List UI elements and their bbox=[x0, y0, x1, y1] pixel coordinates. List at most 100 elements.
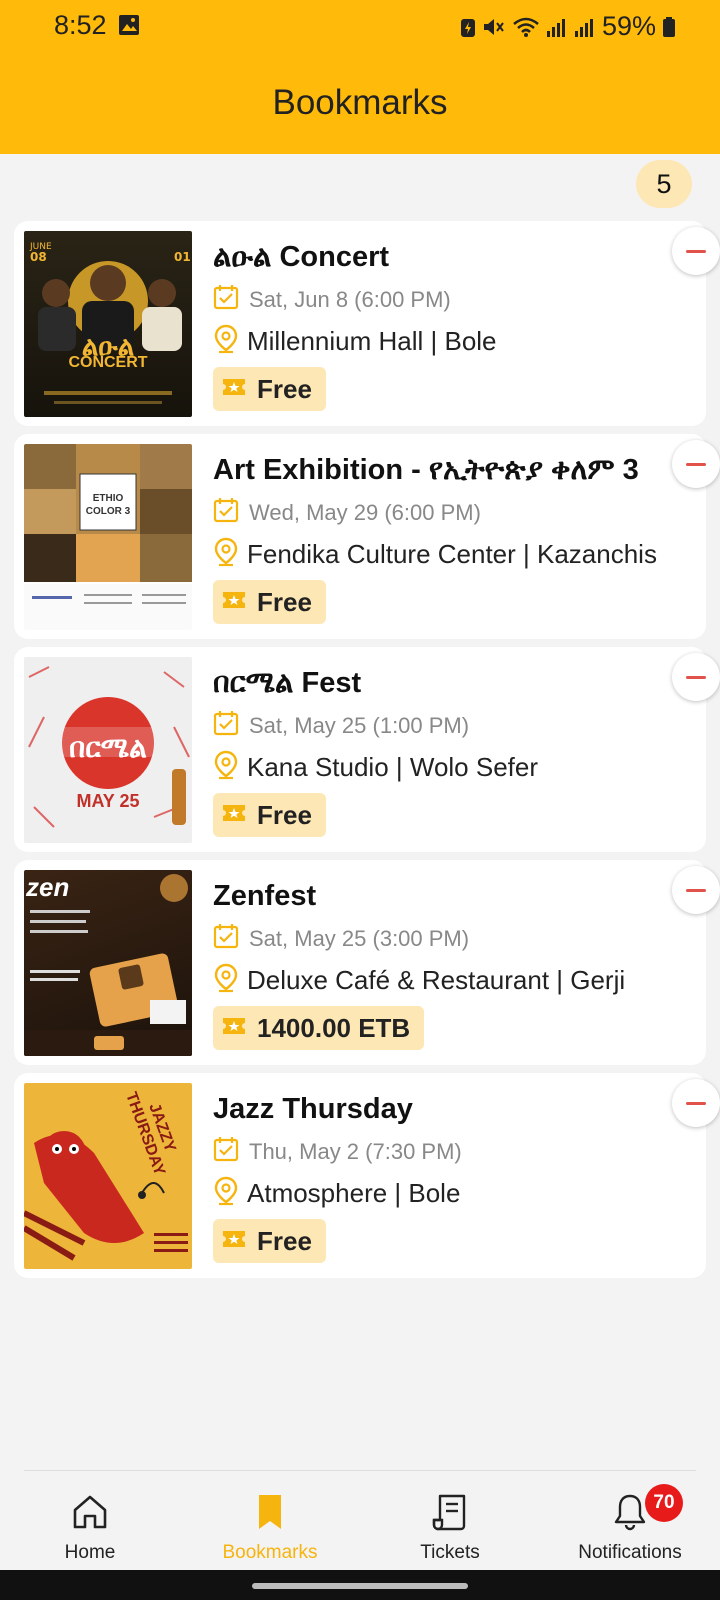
remove-bookmark-button[interactable] bbox=[672, 653, 720, 701]
nav-label-notifications: Notifications bbox=[578, 1542, 682, 1563]
ticket-star-icon bbox=[221, 1015, 247, 1042]
event-poster-image: በርሜል MAY 25 bbox=[24, 657, 192, 843]
event-date-text: Sat, Jun 8 (6:00 PM) bbox=[249, 286, 451, 312]
status-icons: 59% bbox=[460, 11, 676, 42]
calendar-check-icon bbox=[213, 284, 239, 315]
svg-text:01: 01 bbox=[174, 250, 191, 264]
event-title: Art Exhibition - የኢትዮጵያ ቀለም 3 bbox=[213, 454, 639, 486]
status-bar: 8:52 59% bbox=[0, 0, 720, 52]
battery-percentage: 59% bbox=[601, 11, 656, 41]
event-card[interactable]: በርሜል MAY 25 በርሜል Fest Sat, May 25 (1:00 … bbox=[14, 647, 720, 852]
remove-bookmark-button[interactable] bbox=[672, 227, 720, 275]
bottom-navigation: Home Bookmarks Tickets Notifications 70 bbox=[0, 1470, 720, 1570]
event-poster-image: zen bbox=[24, 870, 192, 1056]
nav-item-home[interactable]: Home bbox=[5, 1492, 175, 1564]
bell-icon bbox=[545, 1492, 715, 1532]
event-location: Millennium Hall | Bole bbox=[213, 324, 497, 359]
minus-icon bbox=[686, 888, 706, 892]
event-title: Zenfest bbox=[213, 880, 317, 912]
wifi-icon bbox=[512, 16, 540, 38]
nav-item-tickets[interactable]: Tickets bbox=[365, 1492, 535, 1564]
location-pin-icon bbox=[213, 750, 239, 785]
event-location: Kana Studio | Wolo Sefer bbox=[213, 750, 538, 785]
event-date-text: Sat, May 25 (3:00 PM) bbox=[249, 925, 470, 951]
event-location-text: Millennium Hall | Bole bbox=[247, 326, 497, 356]
remove-bookmark-button[interactable] bbox=[672, 440, 720, 488]
price-tag: Free bbox=[213, 1219, 326, 1263]
event-date: Sat, Jun 8 (6:00 PM) bbox=[213, 284, 451, 315]
calendar-check-icon bbox=[213, 497, 239, 528]
svg-text:በርሜል: በርሜል bbox=[69, 731, 147, 764]
ticket-star-icon bbox=[221, 802, 247, 829]
event-date-text: Wed, May 29 (6:00 PM) bbox=[249, 499, 481, 525]
event-card[interactable]: JAZZY THURSDAY Jazz Thursday Thu, May 2 … bbox=[14, 1073, 720, 1278]
event-card[interactable]: ልዑል JUNE 08 01 CONCERT ልዑል Concert Sat, … bbox=[14, 221, 720, 426]
nav-item-notifications[interactable]: Notifications 70 bbox=[545, 1484, 715, 1564]
price-text: Free bbox=[257, 1225, 312, 1256]
poster-text: ETHIO COLOR 3 bbox=[85, 493, 131, 517]
ticket-icon bbox=[365, 1492, 535, 1532]
event-poster-image: ETHIO COLOR 3 bbox=[24, 444, 192, 630]
system-gesture-bar bbox=[0, 1570, 720, 1600]
event-date: Thu, May 2 (7:30 PM) bbox=[213, 1136, 462, 1167]
event-location-text: Atmosphere | Bole bbox=[247, 1178, 461, 1208]
mute-icon bbox=[482, 16, 506, 38]
event-location-text: Deluxe Café & Restaurant | Gerji bbox=[247, 965, 626, 995]
minus-icon bbox=[686, 1101, 706, 1105]
event-card[interactable]: ETHIO COLOR 3 Art Exhibition - የኢትዮጵያ ቀለ… bbox=[14, 434, 720, 639]
event-location-text: Fendika Culture Center | Kazanchis bbox=[247, 539, 657, 569]
price-text: Free bbox=[257, 586, 312, 617]
event-date: Sat, May 25 (1:00 PM) bbox=[213, 710, 469, 741]
event-date: Wed, May 29 (6:00 PM) bbox=[213, 497, 481, 528]
nav-label-home: Home bbox=[64, 1542, 116, 1563]
calendar-check-icon bbox=[213, 923, 239, 954]
poster-text: CONCERT bbox=[68, 354, 148, 371]
price-tag: Free bbox=[213, 367, 326, 411]
page-title: Bookmarks bbox=[272, 83, 448, 122]
location-pin-icon bbox=[213, 537, 239, 572]
price-tag: Free bbox=[213, 793, 326, 837]
calendar-check-icon bbox=[213, 1136, 239, 1167]
event-title: ልዑል Concert bbox=[213, 241, 390, 273]
event-location: Fendika Culture Center | Kazanchis bbox=[213, 537, 657, 572]
nav-label-tickets: Tickets bbox=[420, 1542, 480, 1563]
location-pin-icon bbox=[213, 963, 239, 998]
status-time: 8:52 bbox=[54, 10, 107, 40]
signal-icon bbox=[546, 16, 568, 38]
event-date: Sat, May 25 (3:00 PM) bbox=[213, 923, 469, 954]
bookmark-icon bbox=[185, 1492, 355, 1532]
event-card[interactable]: zen Zenfest Sat, May 25 (3:00 PM) Deluxe… bbox=[14, 860, 720, 1065]
app-header: Bookmarks bbox=[0, 52, 720, 154]
event-title: በርሜል Fest bbox=[213, 667, 362, 699]
minus-icon bbox=[686, 462, 706, 466]
price-tag: 1400.00 ETB bbox=[213, 1006, 425, 1050]
calendar-check-icon bbox=[213, 710, 239, 741]
remove-bookmark-button[interactable] bbox=[672, 866, 720, 914]
battery-saver-icon bbox=[460, 16, 476, 38]
event-location: Atmosphere | Bole bbox=[213, 1176, 460, 1211]
remove-bookmark-button[interactable] bbox=[672, 1079, 720, 1127]
ticket-star-icon bbox=[221, 376, 247, 403]
price-tag: Free bbox=[213, 580, 326, 624]
nav-item-bookmarks[interactable]: Bookmarks bbox=[185, 1492, 355, 1564]
ticket-star-icon bbox=[221, 589, 247, 616]
price-text: Free bbox=[257, 373, 312, 404]
event-date-text: Thu, May 2 (7:30 PM) bbox=[249, 1138, 462, 1164]
price-text: Free bbox=[257, 799, 312, 830]
nav-divider bbox=[24, 1470, 696, 1471]
event-poster-image: JAZZY THURSDAY bbox=[24, 1083, 192, 1269]
nav-label-bookmarks: Bookmarks bbox=[222, 1542, 318, 1563]
event-title: Jazz Thursday bbox=[213, 1093, 413, 1125]
home-gesture-handle[interactable] bbox=[252, 1583, 468, 1589]
notifications-count-badge: 70 bbox=[645, 1484, 683, 1522]
location-pin-icon bbox=[213, 324, 239, 359]
home-icon bbox=[5, 1492, 175, 1532]
event-location: Deluxe Café & Restaurant | Gerji bbox=[213, 963, 625, 998]
event-poster-image: ልዑል JUNE 08 01 CONCERT bbox=[24, 231, 192, 417]
svg-text:08: 08 bbox=[30, 250, 47, 264]
poster-text: zen bbox=[26, 872, 70, 902]
minus-icon bbox=[686, 675, 706, 679]
bookmarks-count-badge: 5 bbox=[636, 160, 692, 208]
minus-icon bbox=[686, 249, 706, 253]
battery-icon bbox=[662, 16, 676, 38]
